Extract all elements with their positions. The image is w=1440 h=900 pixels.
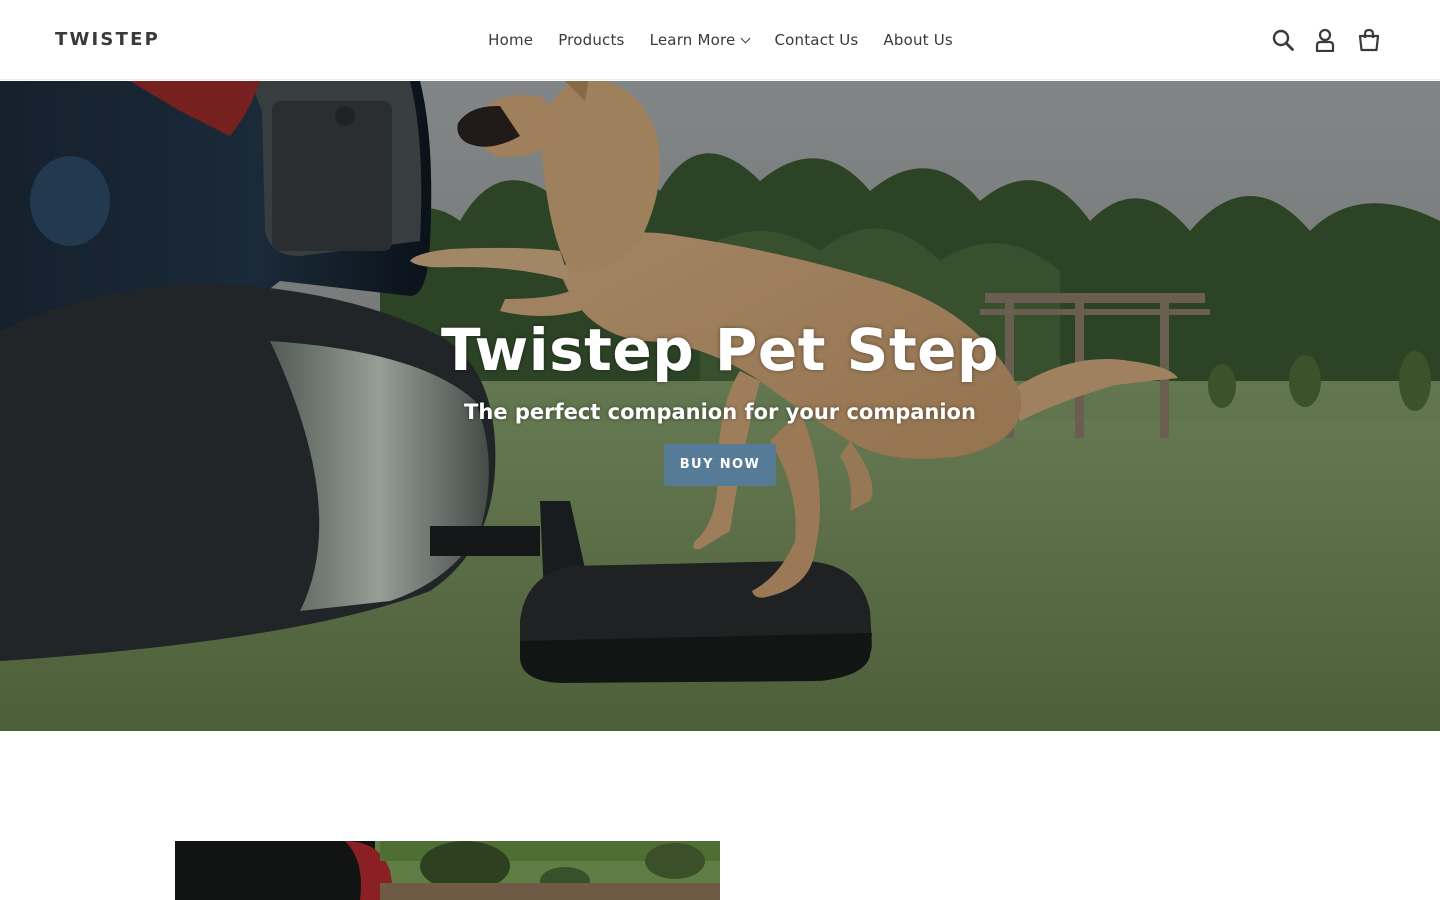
feature-photo xyxy=(175,841,720,900)
hero-subtitle: The perfect companion for your companion xyxy=(464,400,976,424)
nav-item-label: Home xyxy=(488,31,534,49)
nav-item-products[interactable]: Products xyxy=(558,30,624,50)
site-logo[interactable]: TWISTEP xyxy=(55,28,160,52)
cart-icon[interactable] xyxy=(1353,25,1385,55)
hero-content: Twistep Pet Step The perfect companion f… xyxy=(0,311,1440,486)
nav-item-home[interactable]: Home xyxy=(488,30,533,50)
main-navigation: Home Products Learn More Contact Us Abou… xyxy=(0,0,1440,80)
nav-item-about-us[interactable]: About Us xyxy=(883,30,953,50)
feature-image xyxy=(175,841,720,900)
hero-banner: Twistep Pet Step The perfect companion f… xyxy=(0,81,1440,731)
nav-item-label: Products xyxy=(558,31,625,49)
hero-title: Twistep Pet Step xyxy=(440,316,1000,384)
nav-item-learn-more[interactable]: Learn More xyxy=(649,30,751,50)
nav-item-contact-us[interactable]: Contact Us xyxy=(774,30,858,50)
header-icons xyxy=(1267,25,1385,55)
nav-item-label: Learn More xyxy=(649,31,736,49)
account-icon[interactable] xyxy=(1309,25,1341,55)
buy-now-button[interactable]: Buy Now xyxy=(664,444,776,486)
nav-item-label: About Us xyxy=(883,31,953,49)
search-icon[interactable] xyxy=(1267,25,1299,55)
nav-item-label: Contact Us xyxy=(774,31,859,49)
site-header: TWISTEP Home Products Learn More Contact… xyxy=(0,0,1440,80)
chevron-down-icon xyxy=(741,33,751,43)
nav-list: Home Products Learn More Contact Us Abou… xyxy=(488,30,953,50)
